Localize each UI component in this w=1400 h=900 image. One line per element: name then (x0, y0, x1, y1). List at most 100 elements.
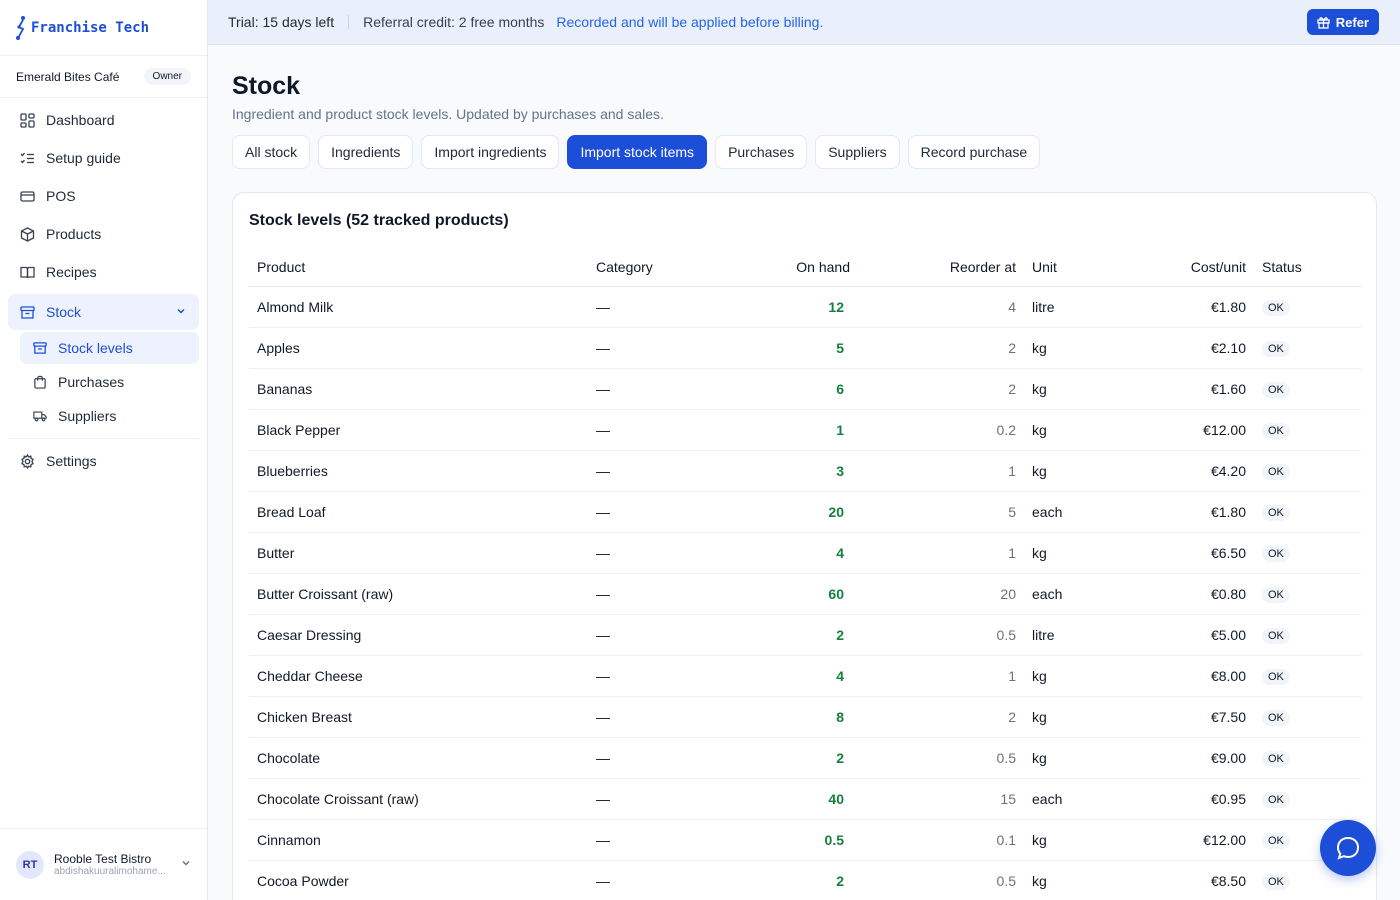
tab-ingredients[interactable]: Ingredients (318, 135, 414, 169)
cell-cost-unit: €0.95 (1124, 778, 1254, 820)
brand-logo[interactable]: Franchise Tech (0, 0, 207, 56)
sidebar-subitem-label: Stock levels (58, 340, 133, 356)
cell-unit: kg (1024, 819, 1124, 861)
cell-category: — (588, 450, 758, 492)
cell-status: OK (1254, 655, 1361, 697)
cell-category: — (588, 860, 758, 900)
table-row[interactable]: Chocolate —2 0.5 kg €9.00 OK (249, 737, 1361, 779)
table-row[interactable]: Caesar Dressing —2 0.5 litre €5.00 OK (249, 614, 1361, 656)
sidebar-item-stock[interactable]: Stock (8, 294, 199, 330)
gear-icon (20, 453, 35, 469)
sidebar-item-label: Recipes (46, 264, 97, 280)
cell-cost-unit: €1.80 (1124, 491, 1254, 533)
column-header-cost-unit[interactable]: Cost/unit (1124, 248, 1254, 287)
column-header-product[interactable]: Product (249, 248, 588, 287)
tab-record-purchase[interactable]: Record purchase (907, 135, 1041, 169)
chat-button[interactable] (1320, 820, 1376, 876)
table-row[interactable]: Black Pepper —1 0.2 kg €12.00 OK (249, 409, 1361, 451)
table-row[interactable]: Butter Croissant (raw) —60 20 each €0.80 OK (249, 573, 1361, 615)
cell-product: Almond Milk (249, 286, 588, 328)
cell-category: — (588, 778, 758, 820)
box-icon (20, 226, 35, 242)
cell-unit: kg (1024, 737, 1124, 779)
table-row[interactable]: Apples —5 2 kg €2.10 OK (249, 327, 1361, 369)
status-badge: OK (1262, 709, 1290, 726)
cell-unit: litre (1024, 286, 1124, 328)
divider (8, 438, 199, 439)
tab-all-stock[interactable]: All stock (232, 135, 311, 169)
sidebar-item-dashboard[interactable]: Dashboard (8, 104, 199, 136)
table-row[interactable]: Butter —4 1 kg €6.50 OK (249, 532, 1361, 574)
refer-button-label: Refer (1335, 14, 1369, 30)
sidebar-item-label: Dashboard (46, 112, 115, 128)
cell-on-hand: 2 (758, 737, 858, 779)
table-row[interactable]: Cinnamon —0.5 0.1 kg €12.00 OK (249, 819, 1361, 861)
cell-reorder-at: 0.1 (858, 819, 1024, 861)
logo-icon (14, 15, 28, 41)
user-menu[interactable]: RT Rooble Test Bistro abdishakuuralimoha… (0, 828, 208, 900)
cell-product: Caesar Dressing (249, 614, 588, 656)
sidebar-subitem-suppliers[interactable]: Suppliers (20, 400, 199, 432)
cell-on-hand: 1 (758, 409, 858, 451)
status-badge: OK (1262, 463, 1290, 480)
cell-reorder-at: 2 (858, 368, 1024, 410)
tab-suppliers[interactable]: Suppliers (815, 135, 900, 169)
cell-on-hand: 20 (758, 491, 858, 533)
cell-unit: kg (1024, 327, 1124, 369)
cell-unit: kg (1024, 409, 1124, 451)
avatar: RT (16, 850, 44, 879)
status-badge: OK (1262, 791, 1290, 808)
sidebar-item-settings[interactable]: Settings (8, 445, 199, 477)
sidebar-subitem-stock-levels[interactable]: Stock levels (20, 332, 199, 364)
cell-unit: litre (1024, 614, 1124, 656)
cell-cost-unit: €4.20 (1124, 450, 1254, 492)
trial-text: Trial: 15 days left (228, 14, 335, 30)
sidebar-item-pos[interactable]: POS (8, 180, 199, 212)
table-row[interactable]: Blueberries —3 1 kg €4.20 OK (249, 450, 1361, 492)
status-badge: OK (1262, 668, 1290, 685)
column-header-unit[interactable]: Unit (1024, 248, 1124, 287)
table-row[interactable]: Cocoa Powder —2 0.5 kg €8.50 OK (249, 860, 1361, 900)
status-badge: OK (1262, 873, 1290, 890)
sidebar-subitem-purchases[interactable]: Purchases (20, 366, 199, 398)
org-switcher[interactable]: Emerald Bites Café Owner (0, 56, 207, 98)
cell-category: — (588, 491, 758, 533)
tab-import-stock-items[interactable]: Import stock items (567, 135, 708, 169)
cell-on-hand: 0.5 (758, 819, 858, 861)
cell-product: Chocolate (249, 737, 588, 779)
tab-import-ingredients[interactable]: Import ingredients (421, 135, 560, 169)
sidebar-item-label: Setup guide (46, 150, 121, 166)
sidebar-item-products[interactable]: Products (8, 218, 199, 250)
cell-unit: kg (1024, 655, 1124, 697)
sidebar-item-recipes[interactable]: Recipes (8, 256, 199, 288)
sidebar-item-label: Stock (46, 304, 82, 320)
status-badge: OK (1262, 627, 1290, 644)
cell-reorder-at: 0.2 (858, 409, 1024, 451)
chevron-down-icon (180, 856, 192, 874)
refer-button[interactable]: Refer (1306, 9, 1379, 35)
user-name: Rooble Test Bistro (54, 852, 152, 866)
cell-reorder-at: 0.5 (858, 614, 1024, 656)
user-email: abdishakuuralimohame... (54, 866, 166, 877)
cell-reorder-at: 2 (858, 327, 1024, 369)
cell-product: Blueberries (249, 450, 588, 492)
sidebar-subitem-label: Purchases (58, 374, 125, 390)
table-row[interactable]: Almond Milk —12 4 litre €1.80 OK (249, 286, 1361, 328)
cell-on-hand: 4 (758, 655, 858, 697)
table-header-row: Product Category On hand Reorder at Unit… (249, 248, 1361, 287)
card-icon (20, 189, 35, 204)
tab-purchases[interactable]: Purchases (715, 135, 808, 169)
column-header-reorder-at[interactable]: Reorder at (858, 248, 1024, 287)
column-header-on-hand[interactable]: On hand (758, 248, 858, 287)
table-row[interactable]: Bananas —6 2 kg €1.60 OK (249, 368, 1361, 410)
cell-category: — (588, 286, 758, 328)
table-row[interactable]: Cheddar Cheese —4 1 kg €8.00 OK (249, 655, 1361, 697)
table-row[interactable]: Bread Loaf —20 5 each €1.80 OK (249, 491, 1361, 533)
sidebar-item-setup-guide[interactable]: Setup guide (8, 142, 199, 174)
table-row[interactable]: Chocolate Croissant (raw) —40 15 each €0.95 O… (249, 778, 1361, 820)
cell-category: — (588, 655, 758, 697)
column-header-category[interactable]: Category (588, 248, 758, 287)
column-header-status[interactable]: Status (1254, 248, 1361, 287)
table-row[interactable]: Chicken Breast —8 2 kg €7.50 OK (249, 696, 1361, 738)
cell-reorder-at: 2 (858, 696, 1024, 738)
